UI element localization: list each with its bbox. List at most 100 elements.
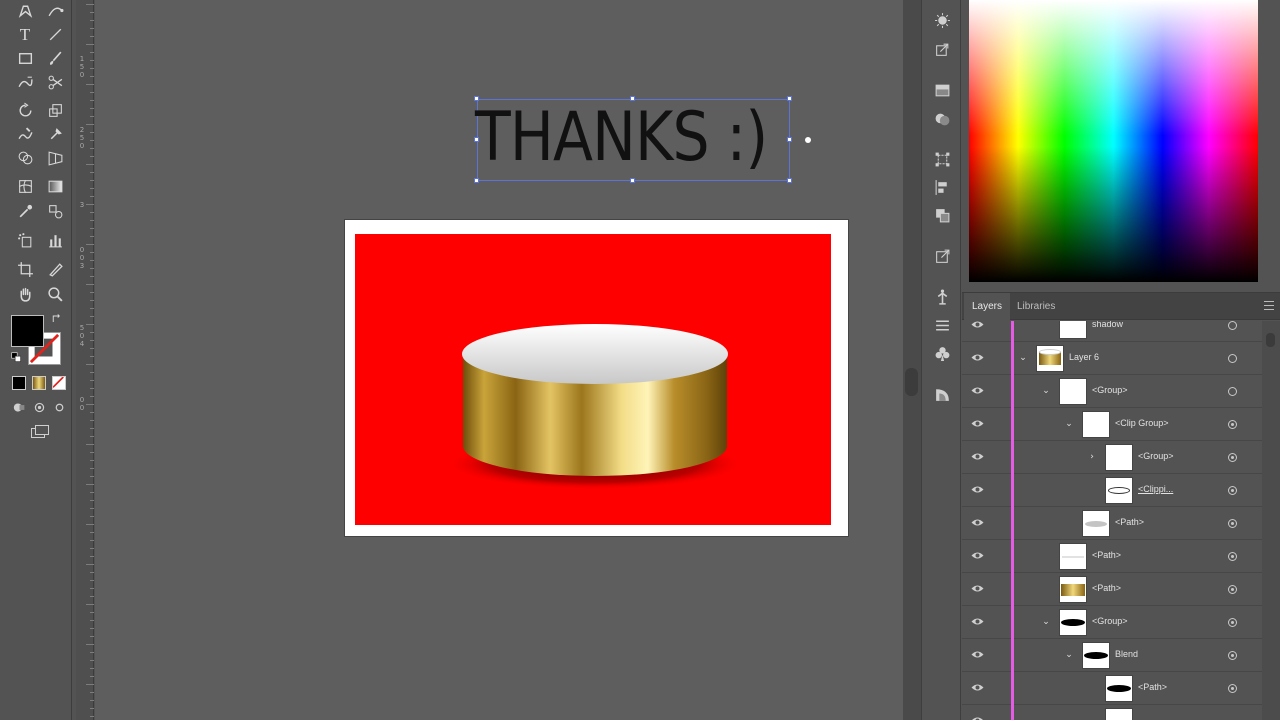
visibility-eye-icon[interactable] (971, 419, 984, 428)
type-tool-icon[interactable]: T (14, 24, 36, 44)
eyedropper-tool-icon[interactable] (14, 201, 36, 221)
tab-libraries[interactable]: Libraries (1009, 293, 1063, 320)
layer-name[interactable]: Blend (1115, 649, 1138, 659)
collapse-chevron-icon[interactable]: ⌄ (1064, 419, 1074, 429)
layer-row[interactable]: ⌄ <Group> (962, 375, 1262, 408)
blend-tool-icon[interactable] (44, 201, 66, 221)
symbols-panel-icon[interactable] (931, 343, 953, 363)
layer-target-circle-icon[interactable] (1228, 321, 1237, 330)
panel-menu-icon[interactable] (1264, 301, 1274, 310)
transform-panel-icon[interactable] (931, 149, 953, 169)
layer-name[interactable]: <Clip Group> (1115, 418, 1169, 428)
layer-row[interactable]: ⌄ Blend (962, 639, 1262, 672)
layers-scroll-thumb[interactable] (1266, 333, 1275, 347)
visibility-eye-icon[interactable] (971, 617, 984, 626)
canvas-area[interactable]: THANKS :) (95, 0, 903, 720)
layer-name[interactable]: <Group> (1092, 616, 1128, 626)
artboard-tool-icon[interactable] (14, 259, 36, 279)
curvature-tool-icon[interactable] (44, 0, 66, 20)
expand-chevron-icon[interactable]: › (1087, 452, 1097, 462)
layer-row[interactable]: › <Group> (962, 441, 1262, 474)
shaper-tool-icon[interactable] (14, 72, 36, 92)
collapse-chevron-icon[interactable]: ⌄ (1041, 617, 1051, 627)
color-spectrum[interactable] (969, 0, 1258, 282)
appearance-panel-icon[interactable] (931, 10, 953, 30)
layers-scrollbar[interactable] (1262, 321, 1280, 720)
tab-layers[interactable]: Layers (964, 293, 1011, 320)
visibility-eye-icon[interactable] (971, 518, 984, 527)
gold-coin-illustration[interactable] (355, 234, 831, 525)
canvas-vertical-scrollbar[interactable] (903, 0, 921, 720)
puppet-warp-tool-icon[interactable] (44, 124, 66, 144)
visibility-eye-icon[interactable] (971, 353, 984, 362)
draw-behind-icon[interactable] (30, 398, 48, 416)
layer-row[interactable]: shadow (962, 321, 1262, 342)
layer-name[interactable]: <Path> (1115, 517, 1144, 527)
visibility-eye-icon[interactable] (971, 452, 984, 461)
layer-name[interactable]: <Path> (1092, 550, 1121, 560)
layer-target-circle-icon[interactable] (1228, 651, 1237, 660)
layer-name[interactable]: <Group> (1138, 451, 1174, 461)
layer-name[interactable]: <Group> (1092, 385, 1128, 395)
layer-target-circle-icon[interactable] (1228, 552, 1237, 561)
hand-tool-icon[interactable] (14, 284, 36, 304)
mesh-tool-icon[interactable] (14, 176, 36, 196)
stroke-panel-icon[interactable] (931, 315, 953, 335)
collapse-chevron-icon[interactable]: ⌄ (1064, 650, 1074, 660)
layer-row[interactable]: <Path> (962, 540, 1262, 573)
layer-row[interactable]: <Path> (962, 672, 1262, 705)
warp-tool-icon[interactable] (14, 124, 36, 144)
color-mode-none-icon[interactable] (52, 376, 66, 390)
shape-builder-tool-icon[interactable] (14, 148, 36, 168)
graphic-styles-panel-icon[interactable] (931, 384, 953, 404)
visibility-eye-icon[interactable] (971, 683, 984, 692)
align-panel-icon[interactable] (931, 177, 953, 197)
selection-handle[interactable] (787, 137, 792, 142)
layer-name[interactable]: <Path> (1138, 682, 1167, 692)
slice-tool-icon[interactable] (44, 259, 66, 279)
default-fill-stroke-icon[interactable] (9, 350, 23, 364)
line-segment-tool-icon[interactable] (44, 24, 66, 44)
screen-mode-icon[interactable] (28, 422, 52, 442)
puppet-pin-panel-icon[interactable] (931, 287, 953, 307)
layer-target-circle-icon[interactable] (1228, 354, 1237, 363)
layer-row[interactable]: <Path> (962, 573, 1262, 606)
visibility-eye-icon[interactable] (971, 716, 984, 720)
visibility-eye-icon[interactable] (971, 485, 984, 494)
transparency-panel-icon[interactable] (931, 109, 953, 129)
collapse-chevron-icon[interactable]: ⌄ (1041, 386, 1051, 396)
layer-target-circle-icon[interactable] (1228, 684, 1237, 693)
layer-name[interactable]: Layer 6 (1069, 352, 1099, 362)
visibility-eye-icon[interactable] (971, 321, 984, 329)
canvas-scroll-thumb[interactable] (905, 368, 918, 396)
artboard[interactable] (345, 220, 848, 536)
layer-row[interactable]: <Clippi... (962, 474, 1262, 507)
visibility-eye-icon[interactable] (971, 386, 984, 395)
draw-normal-icon[interactable] (10, 398, 28, 416)
color-mode-solid-icon[interactable] (12, 376, 26, 390)
visibility-eye-icon[interactable] (971, 551, 984, 560)
gradient-tool-icon[interactable] (44, 176, 66, 196)
visibility-eye-icon[interactable] (971, 650, 984, 659)
rotate-tool-icon[interactable] (14, 100, 36, 120)
pen-tool-icon[interactable] (14, 0, 36, 20)
paintbrush-tool-icon[interactable] (44, 48, 66, 68)
draw-inside-icon[interactable] (50, 398, 68, 416)
layer-row[interactable] (962, 705, 1262, 720)
color-mode-gradient-icon[interactable] (32, 376, 46, 390)
scissors-tool-icon[interactable] (44, 72, 66, 92)
gradient-panel-icon[interactable] (931, 80, 953, 100)
layer-target-circle-icon[interactable] (1228, 420, 1237, 429)
layer-row[interactable]: ⌄ <Group> (962, 606, 1262, 639)
layer-name[interactable]: shadow (1092, 321, 1123, 329)
scale-tool-icon[interactable] (44, 100, 66, 120)
layer-row[interactable]: ⌄ Layer 6 (962, 342, 1262, 375)
visibility-eye-icon[interactable] (971, 584, 984, 593)
layer-target-circle-icon[interactable] (1228, 585, 1237, 594)
rectangle-tool-icon[interactable] (14, 48, 36, 68)
perspective-grid-tool-icon[interactable] (44, 148, 66, 168)
column-graph-tool-icon[interactable] (44, 230, 66, 250)
zoom-tool-icon[interactable] (44, 284, 66, 304)
layer-row[interactable]: ⌄ <Clip Group> (962, 408, 1262, 441)
layer-name[interactable]: <Clippi... (1138, 484, 1173, 494)
